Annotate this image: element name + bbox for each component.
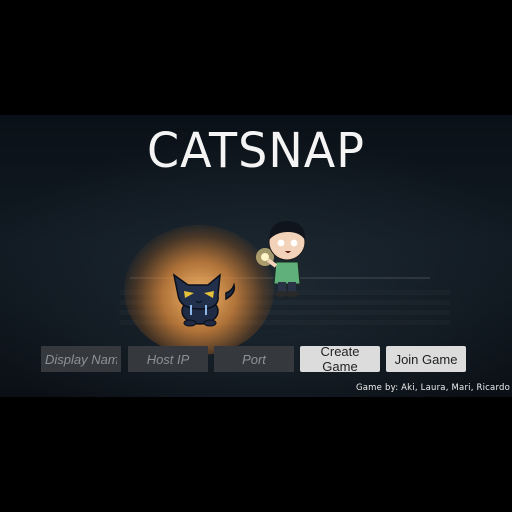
boy-sprite: [256, 220, 306, 297]
game-scene: CATSNAP Create Game Join Game Game by: A…: [0, 115, 512, 397]
display-name-input[interactable]: [41, 346, 121, 372]
port-input[interactable]: [214, 346, 294, 372]
game-title: CATSNAP: [147, 121, 365, 179]
join-game-button[interactable]: Join Game: [386, 346, 466, 372]
create-game-button[interactable]: Create Game: [300, 344, 380, 374]
host-ip-input[interactable]: [128, 346, 208, 372]
cat-sprite: [172, 273, 236, 327]
credits-text: Game by: Aki, Laura, Mari, Ricardo: [355, 383, 510, 393]
